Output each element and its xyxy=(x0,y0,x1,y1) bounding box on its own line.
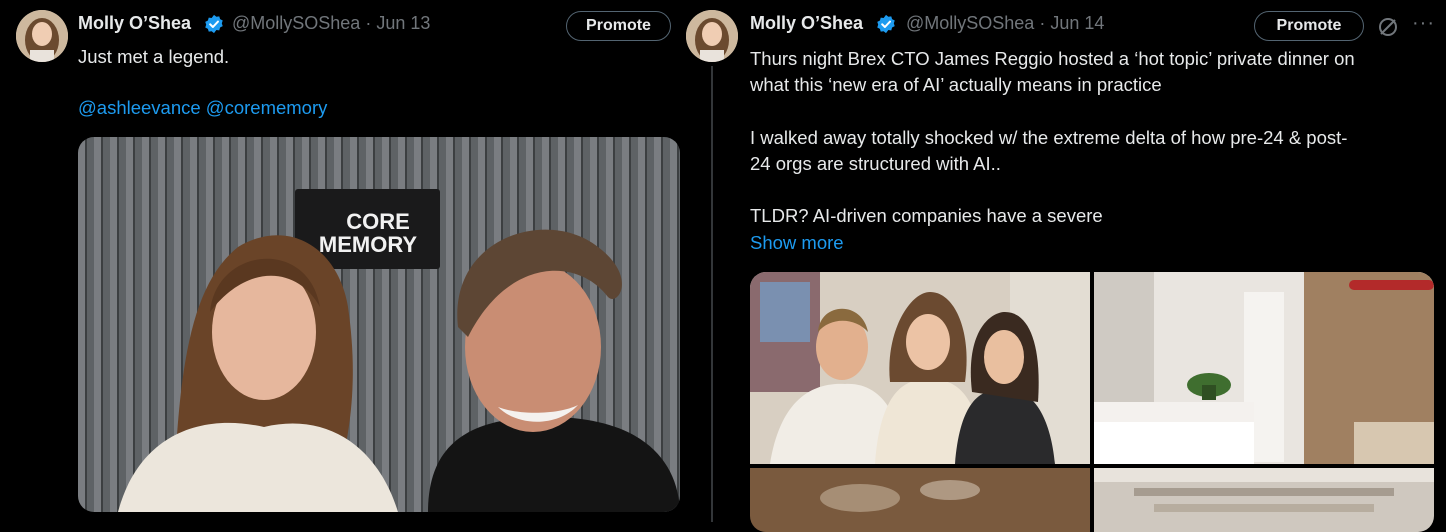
author-avatar[interactable] xyxy=(686,10,738,62)
mention-links[interactable]: @ashleevance @corememory xyxy=(78,95,327,121)
author-avatar[interactable] xyxy=(16,10,68,62)
sign-text-memory: MEMORY xyxy=(319,232,418,257)
sign-text-core: CORE xyxy=(346,209,410,234)
tweet-photo-grid[interactable] xyxy=(750,272,1434,532)
tweet-1[interactable]: Molly O’Shea @MollySOShea · Jun 13 Promo… xyxy=(0,0,704,522)
author-handle-date[interactable]: @MollySOShea · Jun 13 xyxy=(232,13,430,34)
show-more-link[interactable]: Show more xyxy=(750,230,844,256)
tweet-text-line-3: I walked away totally shocked w/ the ext… xyxy=(750,127,1348,148)
verified-badge-icon xyxy=(205,14,223,34)
photo-1[interactable] xyxy=(750,272,1090,464)
tweet-text-line-2: what this ‘new era of AI’ actually means… xyxy=(750,74,1162,95)
more-icon[interactable]: ··· xyxy=(1412,12,1435,35)
tweet-text-line-5: TLDR? AI-driven companies have a severe xyxy=(750,205,1103,226)
author-name[interactable]: Molly O’Shea xyxy=(750,13,863,34)
photo-3[interactable] xyxy=(750,468,1090,532)
promote-button[interactable]: Promote xyxy=(566,11,671,41)
tweet-text-line-4: 24 orgs are structured with AI.. xyxy=(750,153,1001,174)
tweet-2[interactable]: Molly O’Shea @MollySOShea · Jun 14 Promo… xyxy=(686,0,1446,532)
tweet-photo[interactable]: CORE MEMORY xyxy=(78,137,680,512)
promote-button[interactable]: Promote xyxy=(1254,11,1364,41)
tweet-text: Just met a legend. xyxy=(78,46,230,67)
author-handle-date[interactable]: @MollySOShea · Jun 14 xyxy=(906,13,1104,34)
analytics-icon[interactable] xyxy=(1377,16,1399,38)
photo-2[interactable] xyxy=(1094,272,1434,464)
tweet-text-line-1: Thurs night Brex CTO James Reggio hosted… xyxy=(750,48,1355,69)
author-name[interactable]: Molly O’Shea xyxy=(78,13,191,34)
thread-connector xyxy=(711,66,713,522)
photo-4[interactable] xyxy=(1094,468,1434,532)
verified-badge-icon xyxy=(877,14,895,34)
